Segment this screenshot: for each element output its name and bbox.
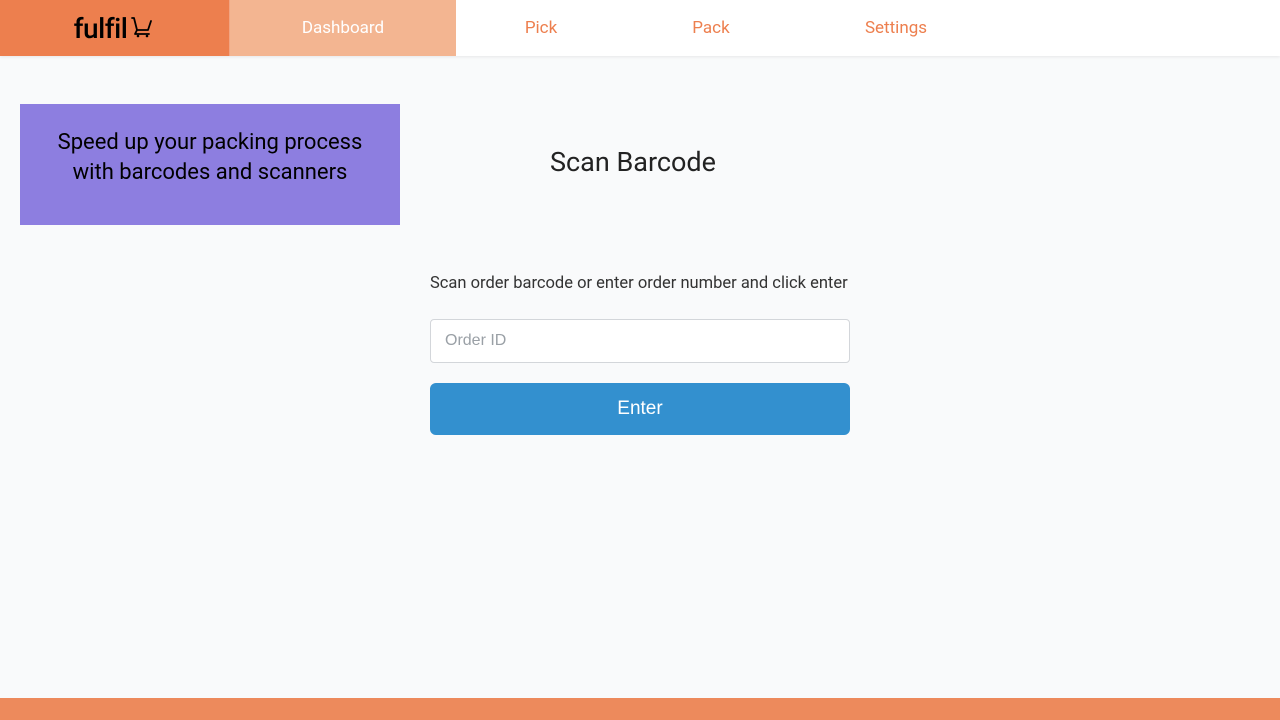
scan-panel: Scan Barcode Scan order barcode or enter… [430, 104, 870, 435]
page-footer [0, 698, 1280, 720]
nav-tab-pick[interactable]: Pick [456, 0, 626, 56]
nav-label: Dashboard [302, 18, 384, 38]
nav-tab-settings[interactable]: Settings [796, 0, 996, 56]
order-id-input[interactable] [430, 319, 850, 363]
cart-icon [129, 12, 155, 45]
promo-text: Speed up your packing process with barco… [38, 128, 382, 187]
nav-tab-dashboard[interactable]: Dashboard [230, 0, 456, 56]
promo-banner: Speed up your packing process with barco… [20, 104, 400, 225]
brand-logo[interactable]: fulfil [0, 0, 230, 56]
nav-label: Settings [865, 18, 927, 38]
brand-logo-text: fulfil [74, 12, 156, 45]
page-content: Speed up your packing process with barco… [0, 56, 1280, 435]
nav-label: Pick [525, 18, 557, 38]
nav-label: Pack [692, 18, 729, 38]
scan-title: Scan Barcode [550, 146, 870, 178]
top-navbar: fulfil Dashboard Pick Pack Settings [0, 0, 1280, 56]
scan-instruction: Scan order barcode or enter order number… [430, 270, 870, 299]
brand-name: fulfil [74, 12, 128, 45]
nav-tab-pack[interactable]: Pack [626, 0, 796, 56]
enter-button[interactable]: Enter [430, 383, 850, 435]
